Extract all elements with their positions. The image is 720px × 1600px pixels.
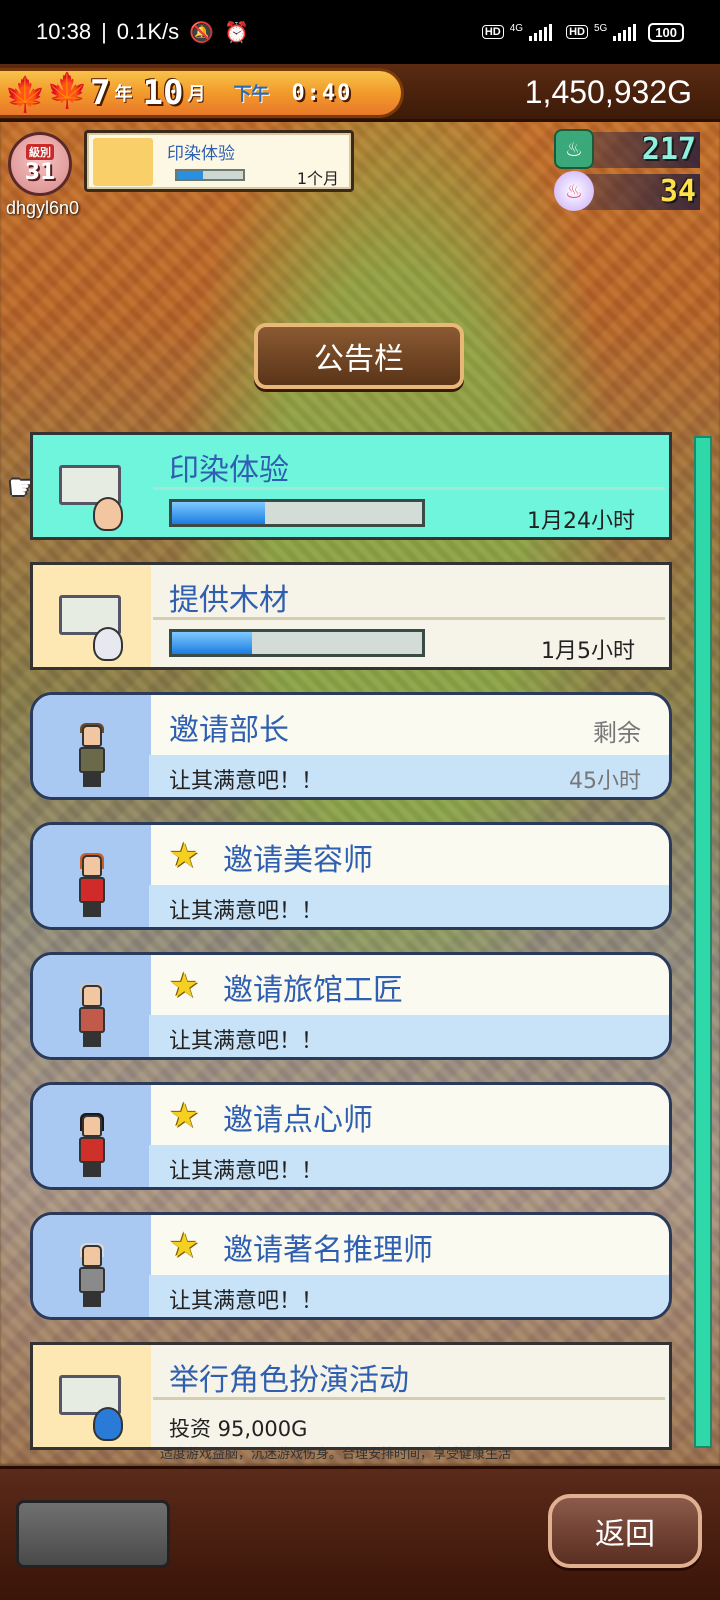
current-job-card[interactable]: 印染体验 1个月 — [84, 130, 354, 192]
list-item[interactable]: ★ 邀请点心师 让其满意吧！！ — [30, 1082, 672, 1190]
month-unit: 月 — [187, 84, 206, 105]
item-time: 1月5小时 — [541, 639, 635, 664]
star-icon: ★ — [169, 836, 200, 876]
star-icon: ★ — [169, 1096, 200, 1136]
level-badge[interactable]: 級別 31 — [8, 132, 72, 196]
onsen-counter[interactable]: ♨ 34 — [554, 171, 700, 211]
health-notice: 适度游戏益脑，沉迷游戏伤身。合理安排时间，享受健康生活 — [160, 1447, 512, 1462]
current-job-duration: 1个月 — [296, 169, 339, 188]
item-subtitle: 让其满意吧！！ — [169, 1159, 324, 1184]
cosplay-avatar — [93, 1407, 123, 1441]
star-icon: ★ — [169, 966, 200, 1006]
money-display: 1,450,932G — [524, 74, 692, 110]
item-title: 举行角色扮演活动 — [169, 1363, 409, 1398]
status-time: 10:38 — [36, 19, 92, 44]
item-title: 邀请点心师 — [223, 1103, 373, 1138]
list-item[interactable]: 举行角色扮演活动 投资 95,000G — [30, 1342, 672, 1450]
back-button[interactable]: 返回 — [548, 1494, 702, 1568]
item-progress — [169, 499, 425, 527]
ticket-icon: ♨ — [554, 129, 594, 169]
item-title: 印染体验 — [169, 453, 289, 488]
year-unit: 年 — [114, 84, 133, 105]
elder-avatar — [93, 627, 123, 661]
status-bar: 10:38 | 0.1K/s 🔕 ⏰ HD 4G HD 5G 100 — [0, 0, 720, 64]
item-title: 邀请著名推理师 — [223, 1233, 433, 1268]
signal-icon-sim1 — [529, 23, 553, 41]
year-value: 7 — [90, 73, 111, 113]
bulletin-board-title: 公告栏 — [254, 323, 464, 389]
beautician-character — [75, 853, 109, 917]
battery-indicator: 100 — [648, 22, 684, 42]
onsen-count: 34 — [659, 174, 696, 209]
ticket-count: 217 — [641, 132, 696, 167]
item-subtitle: 让其满意吧！！ — [169, 1029, 324, 1054]
manager-character — [75, 723, 109, 787]
period-label: 下午 — [233, 84, 270, 105]
item-title: 邀请美容师 — [223, 843, 373, 878]
detective-character — [75, 1243, 109, 1307]
list-item[interactable]: 提供木材 1月5小时 — [30, 562, 672, 670]
remaining-hours: 45小时 — [569, 769, 641, 794]
list-item[interactable]: ★ 邀请著名推理师 让其满意吧！！ — [30, 1212, 672, 1320]
network-type-sim1: 4G — [509, 22, 524, 34]
month-value: 10 — [142, 73, 184, 113]
scrollbar[interactable] — [694, 436, 712, 1448]
list-item[interactable]: 印染体验 1月24小时 — [30, 432, 672, 540]
elder-avatar — [93, 497, 123, 531]
date-display: 🍁 🍁 7 年 10 月 下午 0:40 — [0, 68, 404, 118]
clock-value: 0:40 — [291, 80, 353, 106]
item-investment: 投资 95,000G — [169, 1417, 308, 1441]
list-item[interactable]: ★ 邀请美容师 让其满意吧！！ — [30, 822, 672, 930]
craftsman-character — [75, 983, 109, 1047]
item-title: 邀请旅馆工匠 — [223, 973, 403, 1008]
item-subtitle: 让其满意吧！！ — [169, 1289, 324, 1314]
ticket-counter[interactable]: ♨ 217 — [554, 129, 700, 169]
signal-icon-sim2 — [613, 23, 637, 41]
menu-button[interactable] — [16, 1500, 170, 1568]
remaining-label: 剩余 — [593, 719, 641, 747]
hd-badge-sim1: HD — [481, 25, 504, 39]
star-icon: ★ — [169, 1226, 200, 1266]
item-progress — [169, 629, 425, 657]
alarm-icon: ⏰ — [224, 21, 249, 44]
network-speed: 0.1K/s — [116, 19, 180, 44]
maple-leaf-icon: 🍁 — [4, 75, 47, 115]
current-job-progress — [175, 169, 245, 181]
maple-leaf-icon: 🍁 — [46, 71, 89, 111]
current-job-title: 印染体验 — [167, 144, 235, 164]
username: dhgyl6n0 — [6, 198, 80, 218]
list-item[interactable]: ★ 邀请旅馆工匠 让其满意吧！！ — [30, 952, 672, 1060]
list-item[interactable]: 邀请部长 剩余 让其满意吧！！ 45小时 — [30, 692, 672, 800]
pastry-chef-character — [75, 1113, 109, 1177]
level-label: 級別 — [26, 143, 54, 160]
item-time: 1月24小时 — [527, 509, 635, 534]
onsen-icon: ♨ — [554, 171, 594, 211]
mute-icon: 🔕 — [189, 21, 215, 44]
job-thumbnail — [93, 138, 153, 186]
item-title: 提供木材 — [169, 583, 289, 618]
item-subtitle: 让其满意吧！！ — [169, 899, 324, 924]
hd-badge-sim2: HD — [566, 25, 588, 39]
level-value: 31 — [24, 159, 56, 185]
network-type-sim2: 5G — [593, 22, 608, 34]
item-title: 邀请部长 — [169, 713, 289, 748]
item-subtitle: 让其满意吧！！ — [169, 769, 324, 794]
